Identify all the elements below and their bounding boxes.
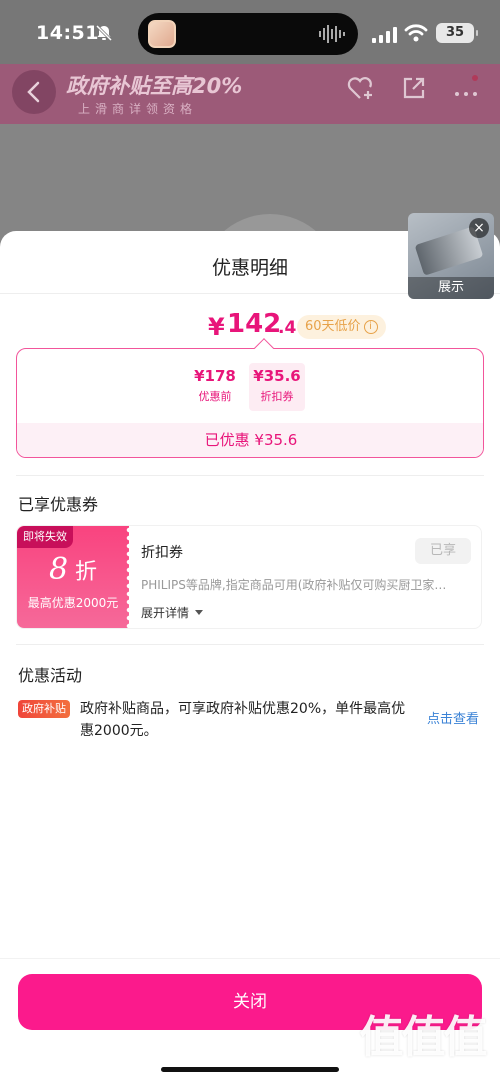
coupon-discount-unit: 折: [75, 560, 98, 585]
info-icon[interactable]: i: [363, 320, 378, 334]
final-price: ¥ 142 .4 60天低价 i: [0, 309, 500, 343]
bell-muted-icon: [95, 24, 113, 42]
close-button[interactable]: 关闭: [18, 974, 482, 1030]
price-before-label: 优惠前: [198, 390, 232, 403]
expand-details-toggle[interactable]: 展开详情: [141, 604, 204, 621]
watermark-url: zhizhizhi.com: [368, 1061, 477, 1079]
audio-wave-icon: [319, 25, 345, 43]
total-saved: 已优惠 ¥35.6: [17, 423, 483, 457]
dynamic-island[interactable]: [138, 13, 358, 55]
coupon-card[interactable]: 即将失效 8 折 最高优惠2000元 折扣券 已享 PHILIPS等品牌,指定商…: [16, 525, 482, 629]
discount-detail-sheet: 优惠明细 ¥ 142 .4 60天低价i ¥178 优惠前 - ¥35.6 折扣…: [0, 231, 500, 1083]
coupon-description: PHILIPS等品牌,指定商品可用(政府补贴仅可购买厨卫家…: [141, 578, 447, 592]
status-bar: 14:51 35: [0, 0, 500, 64]
discount-value: ¥35.6: [253, 367, 301, 385]
price-integer: 142: [227, 309, 282, 339]
coupons-section-title: 已享优惠券: [18, 495, 99, 514]
coupon-discount: 8 折: [17, 552, 129, 587]
caret-down-icon: [195, 610, 204, 615]
divider: [16, 644, 484, 645]
subsidy-tag: 政府补贴: [18, 700, 70, 718]
price-before-value: ¥178: [194, 367, 236, 385]
app-avatar-icon: [148, 20, 176, 48]
divider: [16, 475, 484, 476]
wifi-icon: [404, 24, 428, 42]
thumbnail-label: 展示: [408, 277, 494, 299]
favorite-add-icon[interactable]: [346, 74, 374, 102]
activities-section-title: 优惠活动: [18, 666, 83, 685]
coupon-discount-number: 8: [48, 552, 69, 587]
back-button[interactable]: [12, 70, 56, 114]
discount-coupon-amount: ¥35.6 折扣券: [249, 363, 305, 411]
low-price-label: 60天低价: [305, 319, 361, 334]
expiring-tag: 即将失效: [17, 526, 73, 548]
coupon-status-button: 已享: [415, 538, 471, 564]
more-menu-icon[interactable]: [452, 74, 480, 102]
discount-label: 折扣券: [260, 390, 294, 403]
price-decimal: .4: [278, 318, 297, 338]
price-calculation-box: ¥178 优惠前 - ¥35.6 折扣券 已优惠 ¥35.6: [16, 348, 484, 458]
price-before-discount: ¥178 优惠前: [187, 363, 243, 411]
coupon-max: 最高优惠2000元: [27, 596, 119, 610]
low-price-badge[interactable]: 60天低价 i: [297, 315, 386, 339]
promo-subtitle: 上滑商详领资格: [78, 102, 198, 116]
promo-title: 政府补贴至高20%: [66, 74, 243, 98]
close-icon[interactable]: ×: [469, 218, 489, 238]
expand-details-label: 展开详情: [141, 606, 190, 620]
video-thumbnail[interactable]: × 展示: [408, 213, 494, 299]
coupon-value-panel: 即将失效 8 折 最高优惠2000元: [17, 526, 133, 628]
view-activity-link[interactable]: 点击查看: [427, 708, 479, 727]
status-time: 14:51: [36, 22, 99, 44]
battery-indicator: 35: [436, 23, 478, 43]
home-indicator[interactable]: [161, 1067, 339, 1072]
chevron-left-icon: [27, 81, 40, 103]
activity-description: 政府补贴商品，可享政府补贴优惠20%，单件最高优惠2000元。: [80, 701, 406, 739]
share-icon[interactable]: [400, 74, 428, 102]
divider: [0, 958, 500, 959]
price-currency: ¥: [208, 313, 225, 341]
cellular-signal-icon: [372, 27, 397, 43]
coupon-name: 折扣券: [141, 545, 183, 561]
